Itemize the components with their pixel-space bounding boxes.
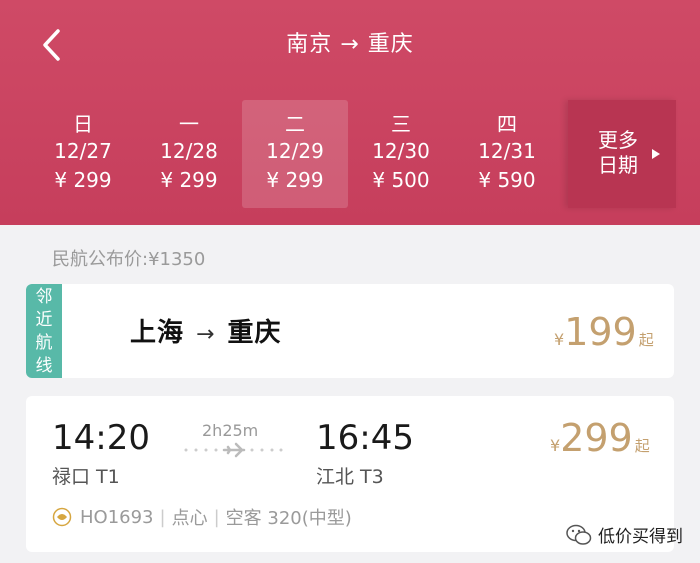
official-price: 民航公布价:¥1350 [52, 249, 206, 270]
tag-char: 线 [35, 356, 53, 376]
more-dates-button[interactable]: 更多 日期 [568, 100, 676, 208]
currency-symbol: ¥ [554, 330, 565, 349]
price-value: 199 [564, 310, 637, 354]
watermark-text: 低价买得到 [598, 527, 683, 547]
airplane-icon [184, 442, 283, 458]
nearby-price: ¥199 起 [554, 310, 654, 354]
date-weekday: 二 [285, 112, 305, 136]
flight-meta: HO1693 | 点心 | 空客 320(中型) [52, 504, 352, 530]
price-suffix: 起 [634, 437, 650, 455]
arrival-time: 16:45 [316, 418, 414, 458]
flight-number: HO1693 [80, 506, 154, 528]
tag-char: 近 [35, 310, 53, 330]
aircraft-type: 空客 320(中型) [225, 508, 352, 529]
date-weekday: 三 [391, 112, 411, 136]
date-selector: 日 12/27 ¥ 299 一 12/28 ¥ 299 二 12/29 ¥ 29… [30, 100, 560, 208]
nearby-route-tag: 邻 近 航 线 [26, 284, 62, 378]
price-suffix: 起 [638, 331, 654, 349]
route-from: 上海 [130, 318, 185, 348]
date-item[interactable]: 三 12/30 ¥ 500 [348, 100, 454, 208]
header-bar: 南京 → 重庆 日 12/27 ¥ 299 一 12/28 ¥ 299 二 12… [0, 0, 700, 225]
tag-char: 邻 [35, 287, 53, 307]
date-price: ¥ 500 [372, 168, 430, 192]
date-item[interactable]: 日 12/27 ¥ 299 [30, 100, 136, 208]
currency-symbol: ¥ [550, 436, 561, 455]
airline-logo-icon [52, 507, 72, 527]
date-weekday: 四 [497, 112, 517, 136]
date-item[interactable]: 一 12/28 ¥ 299 [136, 100, 242, 208]
date-item[interactable]: 四 12/31 ¥ 590 [454, 100, 560, 208]
date-date: 12/29 [266, 139, 324, 163]
flight-duration: 2h25m [202, 421, 259, 440]
date-weekday: 日 [73, 112, 93, 136]
date-date: 12/28 [160, 139, 218, 163]
wechat-icon [566, 524, 592, 545]
watermark: 低价买得到 [566, 522, 683, 547]
meta-separator: | [159, 506, 166, 528]
page-title: 南京 → 重庆 [286, 32, 414, 57]
arrival-airport: 江北 T3 [316, 466, 384, 488]
departure-time: 14:20 [52, 418, 150, 458]
more-dates-line2: 日期 [598, 153, 638, 177]
date-weekday: 一 [179, 112, 199, 136]
price-value: 299 [560, 416, 633, 460]
date-date: 12/30 [372, 139, 430, 163]
more-dates-label: 更多 日期 [598, 128, 638, 178]
date-item[interactable]: 二 12/29 ¥ 299 [242, 100, 348, 208]
route-arrow: → [196, 322, 216, 347]
more-dates-line1: 更多 [598, 128, 638, 152]
meal-info: 点心 [171, 508, 208, 529]
route-text: 上海 → 重庆 [130, 312, 281, 349]
meta-separator: | [213, 506, 220, 528]
date-price: ¥ 299 [160, 168, 218, 192]
flight-price: ¥299 起 [550, 416, 650, 460]
date-price: ¥ 299 [266, 168, 324, 192]
tag-char: 航 [35, 333, 53, 353]
nearby-route-card[interactable]: 邻 近 航 线 上海 → 重庆 ¥199 起 [26, 284, 674, 378]
date-date: 12/31 [478, 139, 536, 163]
triangle-right-icon [652, 149, 660, 159]
departure-airport: 禄口 T1 [52, 466, 120, 488]
date-price: ¥ 590 [478, 168, 536, 192]
date-price: ¥ 299 [54, 168, 112, 192]
date-date: 12/27 [54, 139, 112, 163]
route-to: 重庆 [227, 318, 282, 348]
